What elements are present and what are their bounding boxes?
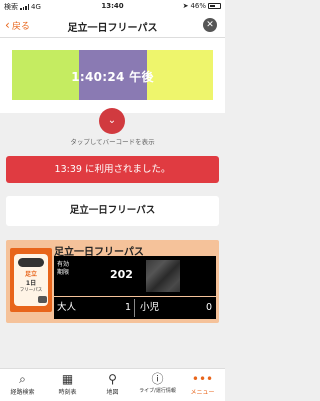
tab-timetable[interactable]: ▦ 時刻表 xyxy=(45,369,90,401)
close-button[interactable]: ✕ xyxy=(203,18,217,32)
chevron-down-icon: ⌄ xyxy=(107,115,117,126)
child-label: 小児 xyxy=(140,302,160,313)
logo-text-1: 足立 xyxy=(24,271,37,278)
expiry-label-2: 期限 xyxy=(57,269,70,276)
show-barcode-button[interactable]: ⌄ xyxy=(99,108,125,134)
more-dots-icon: ••• xyxy=(191,372,214,386)
live-clock: 1:40:24 午後 xyxy=(71,70,154,84)
child-count: 0 xyxy=(206,302,213,313)
ticket-logo: 足立 1日 フリーパス xyxy=(10,248,52,312)
tab-label: 時刻表 xyxy=(58,389,77,396)
route-search-icon: ⌕ xyxy=(19,372,26,386)
passenger-counts: 大人 1 小児 0 xyxy=(54,297,216,319)
logo-text-2: 1日 xyxy=(25,280,37,287)
tab-map[interactable]: ⚲ 地図 xyxy=(90,369,135,401)
tab-label: 地図 xyxy=(106,389,119,396)
redacted-area xyxy=(146,260,180,292)
expiry-label-1: 有効 xyxy=(57,261,70,268)
tab-label: メニュー xyxy=(190,389,215,396)
used-status-banner: 13:39 に利用されました。 xyxy=(6,156,219,183)
status-bar: 検索 4G 13:40 ➤ 46% xyxy=(0,0,225,13)
location-icon: ➤ xyxy=(182,2,189,10)
bus-icon xyxy=(38,296,47,303)
tab-bar: ⌕ 経路検索 ▦ 時刻表 ⚲ 地図 ⓘ ライブ/運行情報 ••• メニュー xyxy=(0,368,225,401)
pass-name-button[interactable]: 足立一日フリーパス xyxy=(6,196,219,226)
battery-icon xyxy=(208,3,221,9)
tab-label: 経路検索 xyxy=(10,389,35,396)
expiry-year: 202 xyxy=(110,268,133,281)
expiry-panel: 有効 期限 202 xyxy=(54,256,216,296)
logo-badge-icon xyxy=(18,258,44,267)
nav-bar: ‹ 戻る 足立一日フリーパス ✕ xyxy=(0,13,225,38)
tab-route-search[interactable]: ⌕ 経路検索 xyxy=(0,369,45,401)
divider xyxy=(134,299,135,317)
tab-live-info[interactable]: ⓘ ライブ/運行情報 xyxy=(135,369,180,401)
close-icon: ✕ xyxy=(206,20,214,30)
page-title: 足立一日フリーパス xyxy=(67,23,158,34)
map-pin-icon: ⚲ xyxy=(108,372,117,386)
adult-label: 大人 xyxy=(57,302,77,313)
ticket-card: 足立 1日 フリーパス 足立一日フリーパス 有効 期限 202 大人 1 小児 … xyxy=(6,240,219,323)
tab-label: ライブ/運行情報 xyxy=(139,388,176,394)
battery-percent: 46% xyxy=(190,2,206,10)
timetable-icon: ▦ xyxy=(61,372,74,386)
logo-text-3: フリーパス xyxy=(19,288,43,293)
adult-count: 1 xyxy=(125,302,132,313)
tab-menu[interactable]: ••• メニュー xyxy=(180,369,225,401)
pass-animation: 1:40:24 午後 xyxy=(0,38,225,113)
live-info-icon: ⓘ xyxy=(151,372,164,386)
barcode-hint: タップしてバーコードを表示 xyxy=(70,138,155,146)
